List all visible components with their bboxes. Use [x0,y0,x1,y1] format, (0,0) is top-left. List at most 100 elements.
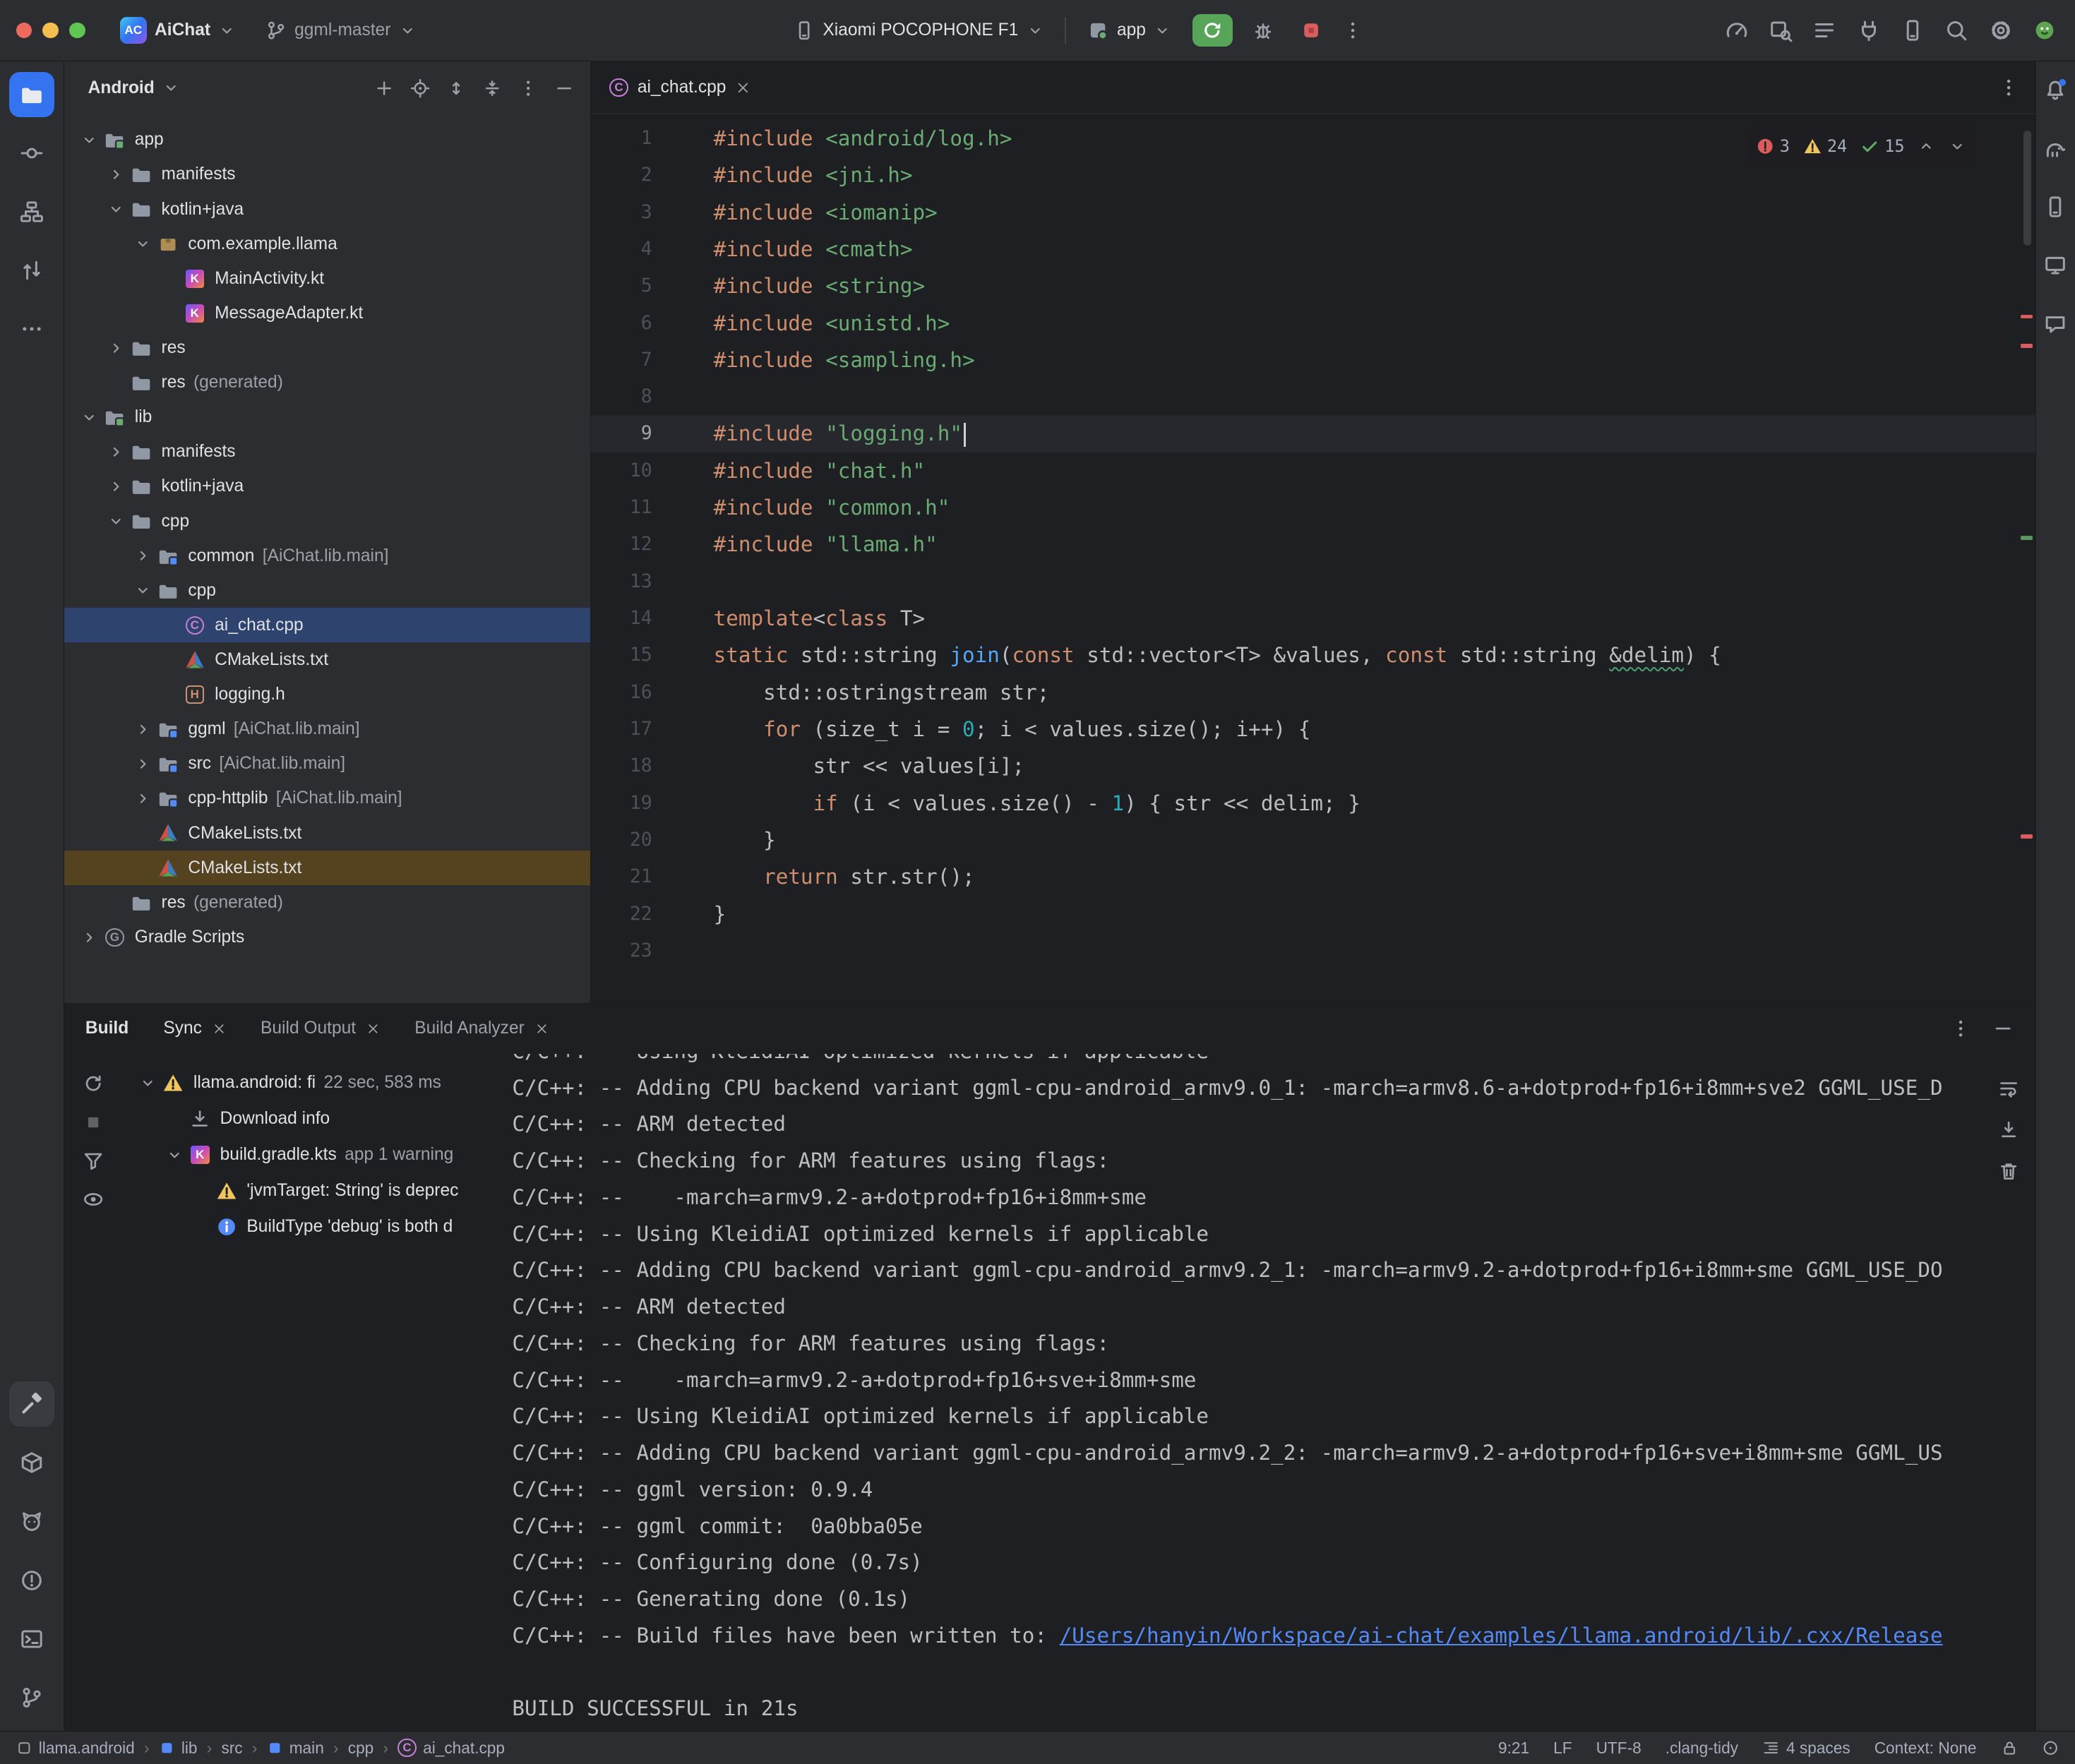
chevron-down-icon[interactable] [78,131,102,149]
next-problem-icon[interactable] [1949,138,1966,155]
logcat-tool-icon[interactable] [9,1499,54,1544]
code-line-22[interactable]: 22} [591,896,2035,932]
assistant-mascot-icon[interactable] [2033,18,2057,42]
preview-icon[interactable] [83,1189,104,1210]
passed-indicator[interactable]: 15 [1860,128,1904,164]
chevron-down-icon[interactable] [131,582,155,599]
code-line-5[interactable]: 5#include <string> [591,268,2035,304]
line-ending[interactable]: LF [1553,1739,1572,1758]
vcs-branch-selector[interactable]: ggml-master [257,14,424,46]
code-line-23[interactable]: 23 [591,932,2035,969]
breadcrumb-cpp[interactable]: cpp [348,1739,374,1758]
tree-item-logging-h[interactable]: Hlogging.h [64,678,590,712]
editor-tab[interactable]: C ai_chat.cpp [591,61,769,114]
device-explorer-icon[interactable] [2041,192,2071,222]
project-tool-icon[interactable] [9,72,54,117]
tree-item-manifests[interactable]: manifests [64,157,590,192]
tree-item-manifests[interactable]: manifests [64,435,590,469]
code-line-13[interactable]: 13 [591,563,2035,600]
tree-item-app[interactable]: app [64,123,590,157]
more-run-options-icon[interactable] [1342,20,1363,41]
device-selector[interactable]: Xiaomi POCOPHONE F1 [786,14,1052,46]
dependencies-tool-icon[interactable] [9,1440,54,1485]
build-options-icon[interactable] [1950,1018,1971,1039]
app-inspection-icon[interactable] [1769,18,1793,42]
tree-item-com-example-llama[interactable]: com.example.llama [64,227,590,261]
code-line-8[interactable]: 8 [591,378,2035,415]
build-tab-sync[interactable]: Sync [163,1019,226,1038]
zoom-window-button[interactable] [69,23,85,39]
commit-tool-icon[interactable] [9,131,54,176]
profiler-icon[interactable] [1725,18,1749,42]
tree-item-kotlin-java[interactable]: kotlin+java [64,192,590,227]
prev-problem-icon[interactable] [1918,138,1935,155]
error-stripe-mark[interactable] [2021,315,2033,319]
code-line-20[interactable]: 20 } [591,822,2035,858]
project-selector[interactable]: AC AiChat [112,12,244,49]
indent-config[interactable]: 4 spaces [1762,1739,1850,1758]
chevron-down-icon[interactable] [131,235,155,253]
search-everywhere-icon[interactable] [1944,18,1968,42]
encoding[interactable]: UTF-8 [1596,1739,1642,1758]
tree-item-messageadapter-kt[interactable]: KMessageAdapter.kt [64,296,590,330]
stop-sync-icon[interactable] [83,1112,104,1133]
close-tab-icon[interactable] [736,80,751,95]
file-lock[interactable] [2001,1739,2019,1757]
errors-indicator[interactable]: 3 [1756,128,1790,164]
code-line-19[interactable]: 19 if (i < values.size() - 1) { str << d… [591,785,2035,822]
code-line-12[interactable]: 12#include "llama.h" [591,526,2035,563]
tree-item-cpp[interactable]: cpp [64,504,590,539]
structure-tool-icon[interactable] [9,189,54,234]
device-manager-icon[interactable] [1901,18,1925,42]
notifications-icon[interactable] [2041,75,2071,104]
code-line-17[interactable]: 17 for (size_t i = 0; i < values.size();… [591,711,2035,748]
notifications-status[interactable] [2042,1739,2059,1757]
tree-item-gradle-scripts[interactable]: GGradle Scripts [64,920,590,954]
run-config-selector[interactable]: app [1080,14,1179,46]
tree-item-llama-android-fi[interactable]: llama.android: fi22 sec, 583 ms [123,1064,513,1100]
settings-icon[interactable] [1989,18,2013,42]
tree-item-buildtype-debug-is-both-d[interactable]: BuildType 'debug' is both d [123,1208,513,1244]
problems-tool-icon[interactable] [9,1557,54,1602]
tree-item-cmakelists-txt[interactable]: CMakeLists.txt [64,642,590,677]
code-line-14[interactable]: 14template<class T> [591,600,2035,637]
code-line-11[interactable]: 11#include "common.h" [591,489,2035,526]
editor-scrollbar[interactable] [2023,131,2031,245]
more-tool-windows-icon[interactable] [9,306,54,352]
tree-item-res[interactable]: res(generated) [64,366,590,400]
chevron-right-icon[interactable] [104,443,128,461]
debug-button[interactable] [1246,14,1281,46]
chevron-right-icon[interactable] [104,478,128,496]
tree-item-ggml[interactable]: ggml[AiChat.lib.main] [64,712,590,747]
breadcrumb-src[interactable]: src [221,1739,242,1758]
code-line-7[interactable]: 7#include <sampling.h> [591,342,2035,378]
tree-item-build-gradle-kts[interactable]: Kbuild.gradle.ktsapp 1 warning [123,1136,513,1172]
console-path-link[interactable]: /Users/hanyin/Workspace/ai-chat/examples… [1060,1624,1943,1648]
tree-item-cpp-httplib[interactable]: cpp-httplib[AiChat.lib.main] [64,781,590,816]
chevron-right-icon[interactable] [131,721,155,738]
code-line-10[interactable]: 10#include "chat.h" [591,452,2035,489]
pull-requests-tool-icon[interactable] [9,248,54,293]
hide-panel-icon[interactable] [554,78,574,98]
tree-item-kotlin-java[interactable]: kotlin+java [64,469,590,504]
close-tab-icon[interactable] [535,1022,549,1036]
more-options-icon[interactable] [518,78,538,98]
tree-item-common[interactable]: common[AiChat.lib.main] [64,539,590,573]
context[interactable]: Context: None [1874,1739,1977,1758]
chevron-right-icon[interactable] [78,929,102,947]
build-console[interactable]: C/C++: -- Using KleidiAI optimized kerne… [512,1054,1982,1731]
terminal-tool-icon[interactable] [9,1616,54,1662]
chevron-down-icon[interactable] [104,200,128,218]
code-line-18[interactable]: 18 str << values[i]; [591,748,2035,784]
add-icon[interactable] [374,78,394,98]
error-stripe-mark[interactable] [2021,344,2033,348]
locate-file-icon[interactable] [410,78,430,98]
tree-item-cpp[interactable]: cpp [64,573,590,608]
code-line-21[interactable]: 21 return str.str(); [591,858,2035,895]
error-stripe-mark[interactable] [2021,834,2033,839]
build-tab-build-output[interactable]: Build Output [261,1019,380,1038]
chevron-right-icon[interactable] [131,790,155,808]
ai-assistant-icon[interactable] [2041,309,2071,339]
code-line-9[interactable]: 9#include "logging.h" [591,415,2035,452]
chevron-right-icon[interactable] [104,166,128,184]
